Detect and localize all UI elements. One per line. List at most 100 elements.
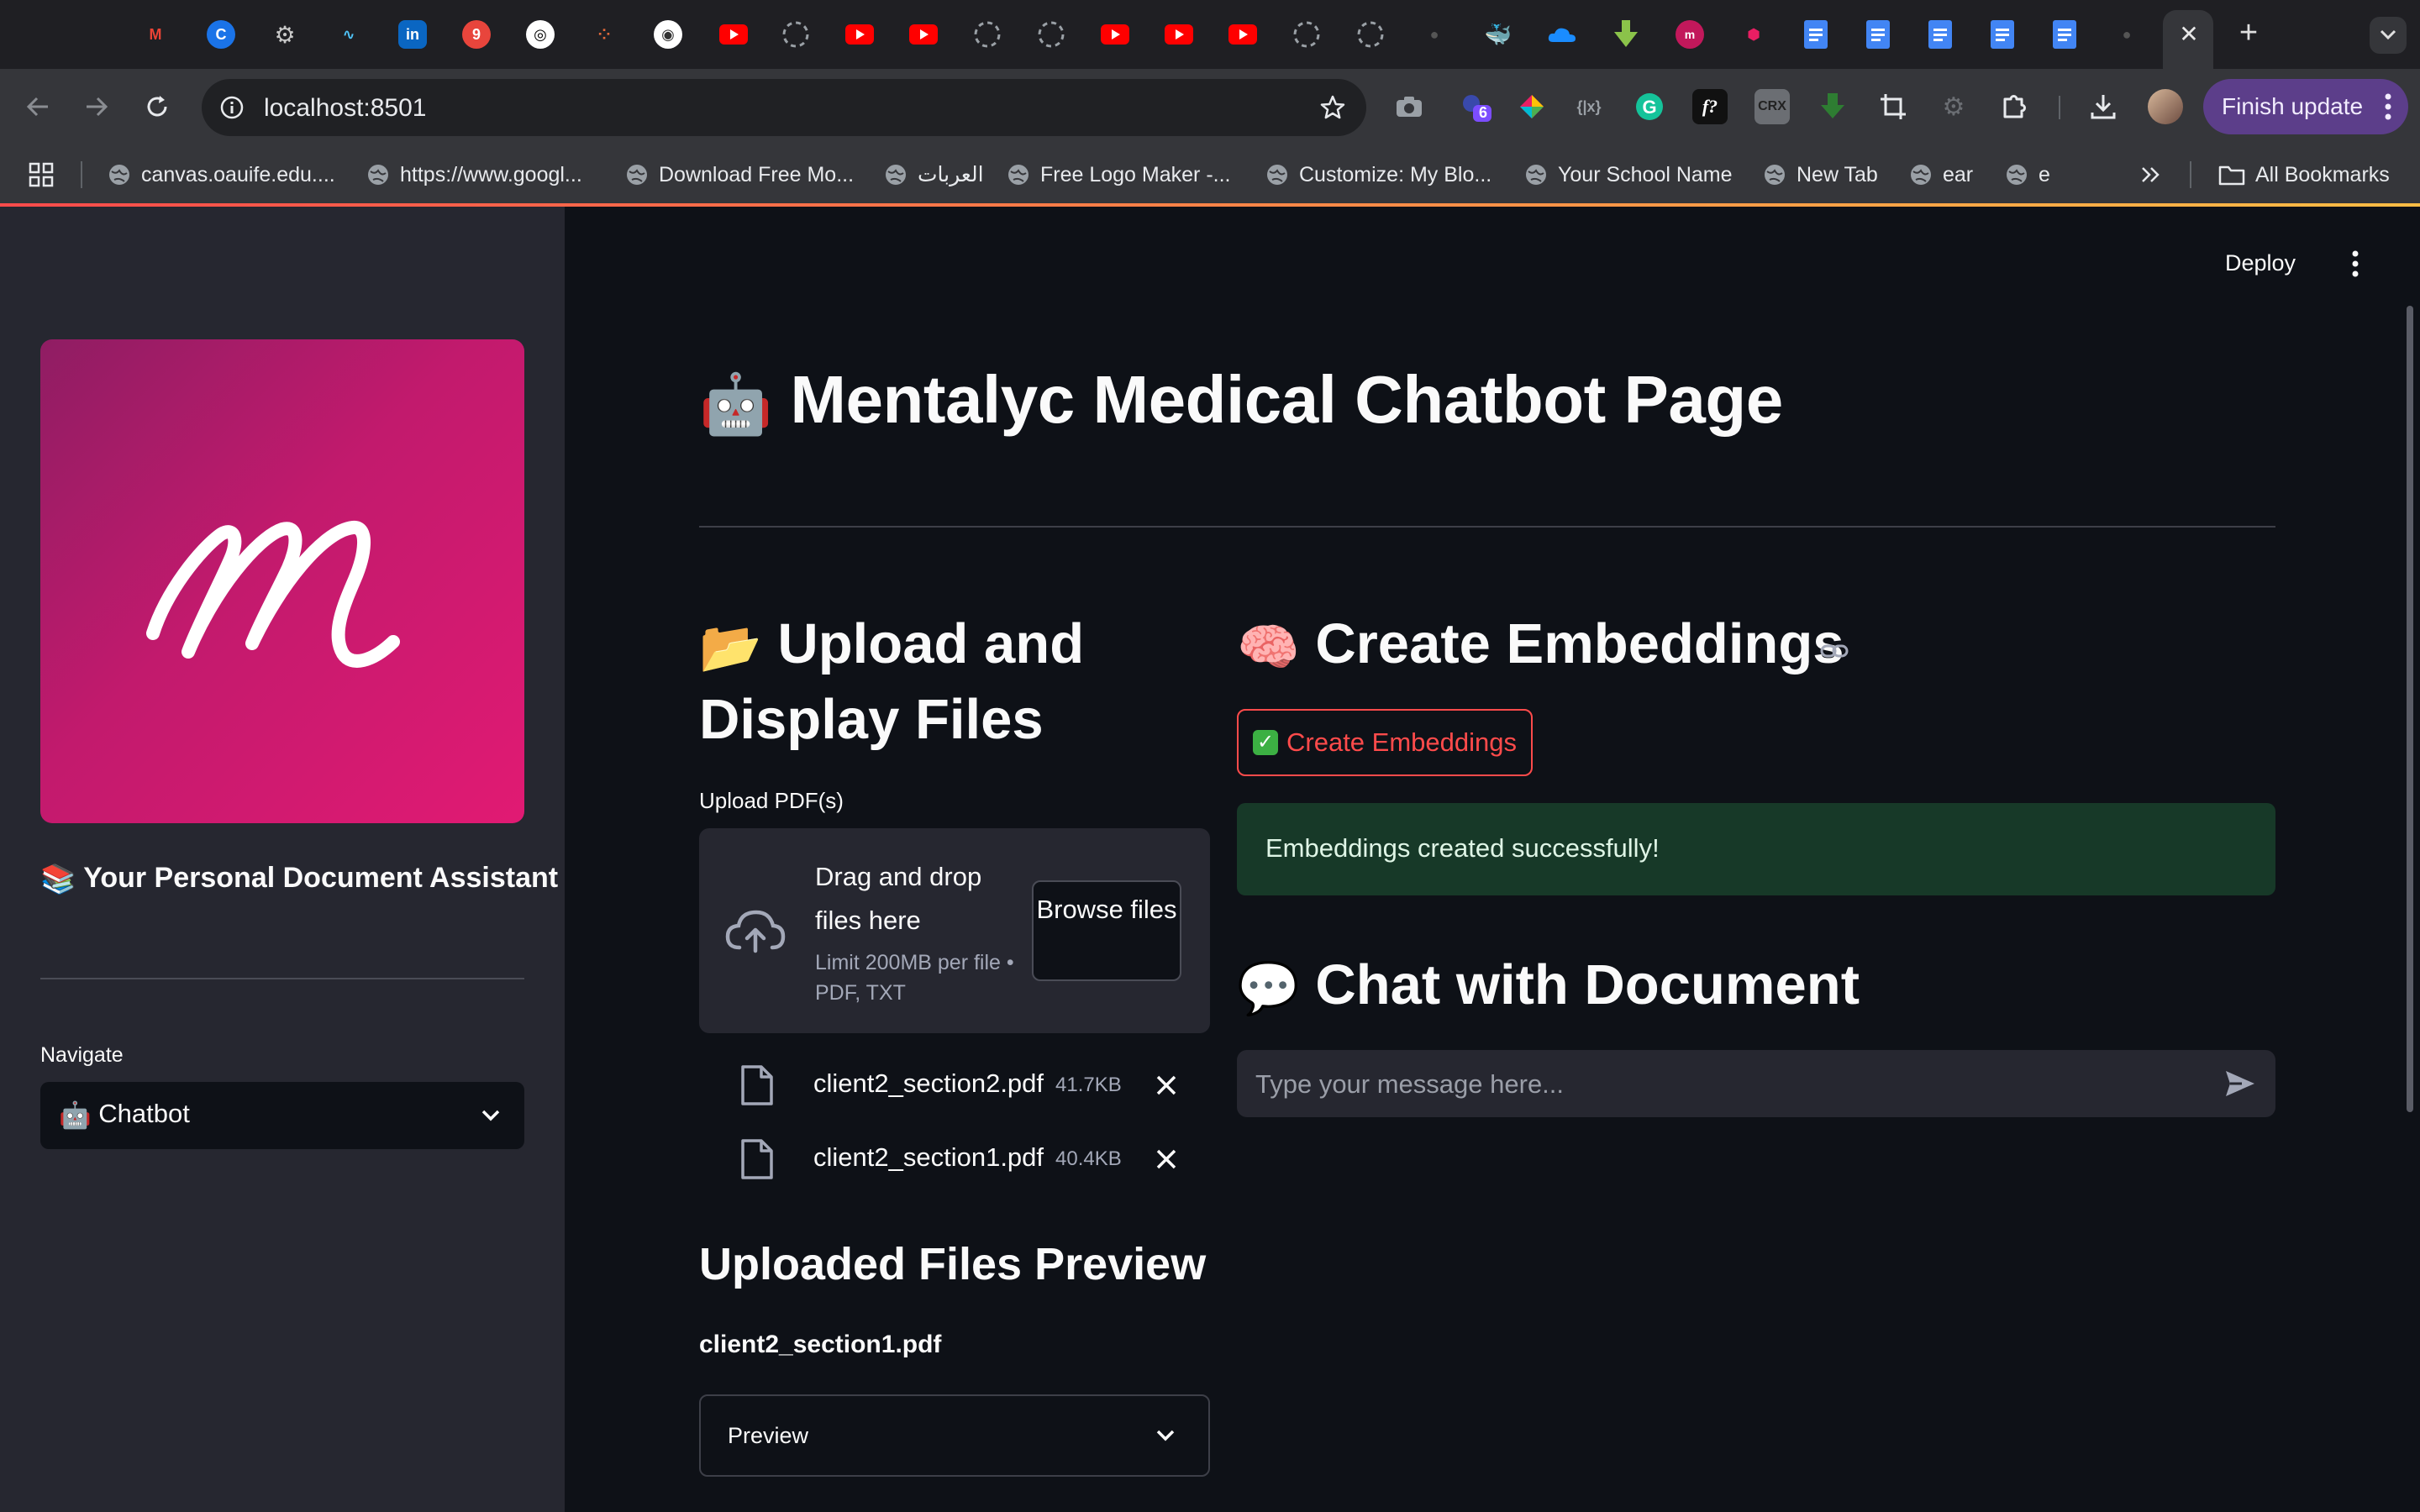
settings-tab-icon[interactable]: ⚙ — [271, 20, 299, 49]
docker-tab-icon[interactable]: 🐳 — [1484, 20, 1512, 49]
youtube-tab-icon[interactable] — [909, 20, 938, 49]
scrollbar[interactable] — [2407, 306, 2413, 1112]
navigate-selected-text: Chatbot — [98, 1099, 190, 1128]
notification-tab-icon[interactable]: 9 — [462, 20, 491, 49]
formula-extension-icon[interactable]: f? — [1692, 89, 1728, 124]
success-alert: Embeddings created successfully! — [1237, 803, 2275, 895]
loading-tab-icon[interactable] — [1037, 20, 1065, 49]
bookmark-star-icon[interactable] — [1316, 91, 1349, 124]
github-tab-icon[interactable]: ◉ — [654, 20, 682, 49]
google-docs-tab-icon[interactable] — [1926, 20, 1954, 49]
bookmark-label: Your School Name — [1558, 162, 1733, 186]
remove-file-close-icon[interactable] — [1155, 1147, 1178, 1171]
address-bar[interactable]: localhost:8501 — [202, 79, 1366, 136]
crop-extension-icon[interactable] — [1876, 89, 1911, 124]
activity-tab-icon[interactable]: ∿ — [334, 20, 363, 49]
chevron-down-icon[interactable] — [479, 1104, 502, 1127]
badge-extension-icon[interactable]: 6 — [1457, 89, 1492, 124]
bookmark-item[interactable]: https://www.googl... — [366, 160, 582, 190]
reload-icon[interactable] — [136, 86, 178, 128]
bookmark-item[interactable]: e — [2005, 160, 2050, 190]
gear-extension-icon[interactable]: ⚙ — [1936, 89, 1971, 124]
preview-file-name: client2_section1.pdf — [699, 1331, 942, 1358]
mentalyc-tab-icon[interactable]: m — [1676, 20, 1704, 49]
main-menu-icon[interactable] — [2349, 249, 2361, 279]
loading-tab-icon[interactable] — [1292, 20, 1321, 49]
onedrive-tab-icon[interactable] — [1548, 20, 1576, 49]
code-extension-icon[interactable]: {|x} — [1571, 89, 1607, 124]
camera-extension-icon[interactable] — [1392, 89, 1427, 124]
finish-update-button[interactable]: Finish update — [2203, 79, 2408, 134]
file-dropzone[interactable]: Drag and drop files here Limit 200MB per… — [699, 828, 1210, 1033]
navigate-select[interactable]: 🤖 Chatbot — [40, 1082, 524, 1149]
back-arrow-icon[interactable] — [17, 86, 59, 128]
color-wheel-extension-icon[interactable] — [1514, 89, 1549, 124]
anchor-link-icon[interactable] — [1820, 637, 1849, 665]
bookmarks-divider — [81, 161, 82, 188]
bookmark-item[interactable]: Download Free Mo... — [625, 160, 854, 190]
tab-badge: 9 — [471, 25, 481, 43]
preview-expander[interactable]: Preview — [699, 1394, 1210, 1477]
bookmark-item[interactable]: Free Logo Maker -... — [1007, 160, 1230, 190]
google-docs-tab-icon[interactable] — [1864, 20, 1892, 49]
google-docs-tab-icon[interactable] — [2050, 20, 2079, 49]
more-bookmarks-chevron-icon[interactable] — [2141, 160, 2161, 190]
bookmark-label: https://www.googl... — [400, 162, 582, 186]
green-download-extension-icon[interactable] — [1815, 89, 1850, 124]
bookmark-label: ear — [1943, 162, 1974, 186]
bookmark-item[interactable]: canvas.oauife.edu.... — [108, 160, 335, 190]
crx-extension-icon[interactable]: CRX — [1754, 89, 1790, 124]
bookmark-item[interactable]: New Tab — [1763, 160, 1878, 190]
bookmark-item[interactable]: العربات — [884, 160, 984, 190]
tab-search-chevron-icon[interactable] — [2370, 17, 2407, 54]
github-tab-icon[interactable]: ● — [1420, 20, 1449, 49]
loading-tab-icon[interactable] — [973, 20, 1002, 49]
github-tab-icon[interactable]: ● — [2112, 20, 2141, 49]
navigate-selected-value[interactable]: 🤖 Chatbot — [59, 1099, 190, 1131]
chevron-down-icon[interactable] — [1155, 1425, 1176, 1446]
google-docs-tab-icon[interactable] — [1802, 20, 1830, 49]
forward-arrow-icon[interactable] — [76, 86, 118, 128]
chrome-web-tab-icon[interactable]: C — [207, 20, 235, 49]
chat-message-input[interactable] — [1254, 1050, 2198, 1119]
bookmark-item[interactable]: ear — [1909, 160, 1973, 190]
loading-tab-icon[interactable] — [781, 20, 810, 49]
youtube-tab-icon[interactable] — [719, 20, 748, 49]
send-icon[interactable] — [2223, 1067, 2257, 1100]
downloads-icon[interactable] — [2086, 89, 2121, 124]
loading-tab-icon[interactable] — [1356, 20, 1385, 49]
youtube-tab-icon[interactable] — [1101, 20, 1129, 49]
youtube-tab-icon[interactable] — [845, 20, 874, 49]
bookmark-item[interactable]: Customize: My Blo... — [1265, 160, 1491, 190]
youtube-tab-icon[interactable] — [1228, 20, 1257, 49]
google-docs-tab-icon[interactable] — [1988, 20, 2017, 49]
gmail-tab-icon[interactable]: M — [141, 20, 170, 49]
download-arrow-tab-icon[interactable] — [1612, 20, 1640, 49]
dots-tab-icon[interactable]: ⁘ — [590, 20, 618, 49]
svg-text:G: G — [1642, 97, 1656, 118]
shield-tab-icon[interactable]: ⬢ — [1739, 20, 1768, 49]
close-tab-icon[interactable]: ✕ — [2176, 20, 2202, 49]
browse-files-button[interactable]: Browse files — [1032, 880, 1181, 981]
url-text[interactable]: localhost:8501 — [264, 94, 426, 123]
all-bookmarks-folder[interactable]: All Bookmarks — [2218, 160, 2390, 190]
bookmark-item[interactable]: Your School Name — [1524, 160, 1733, 190]
youtube-tab-icon[interactable] — [1165, 20, 1193, 49]
create-embeddings-button[interactable]: ✓ Create Embeddings — [1237, 709, 1533, 776]
apps-grid-icon[interactable] — [29, 160, 54, 190]
profile-avatar[interactable] — [2148, 89, 2183, 124]
check-mark-icon: ✓ — [1253, 730, 1278, 755]
more-vertical-icon[interactable] — [2381, 92, 2395, 121]
remove-file-close-icon[interactable] — [1155, 1074, 1178, 1097]
puzzle-extensions-icon[interactable] — [1996, 89, 2032, 124]
cloud-upload-icon — [725, 910, 786, 953]
linkedin-tab-icon[interactable]: in — [398, 20, 427, 49]
uploaded-file-name: client2_section2.pdf — [813, 1068, 1044, 1098]
grammarly-extension-icon[interactable]: G — [1632, 89, 1667, 124]
site-info-icon[interactable] — [215, 91, 249, 124]
finish-update-label: Finish update — [2222, 93, 2364, 119]
deploy-button[interactable]: Deploy — [2225, 250, 2296, 276]
new-tab-plus-icon[interactable]: + — [2232, 17, 2265, 50]
chatgpt-tab-icon[interactable]: ◎ — [526, 20, 555, 49]
browser-toolbar: localhost:8501 6 {|x} G f? CRX ⚙ Finish … — [0, 69, 2420, 144]
